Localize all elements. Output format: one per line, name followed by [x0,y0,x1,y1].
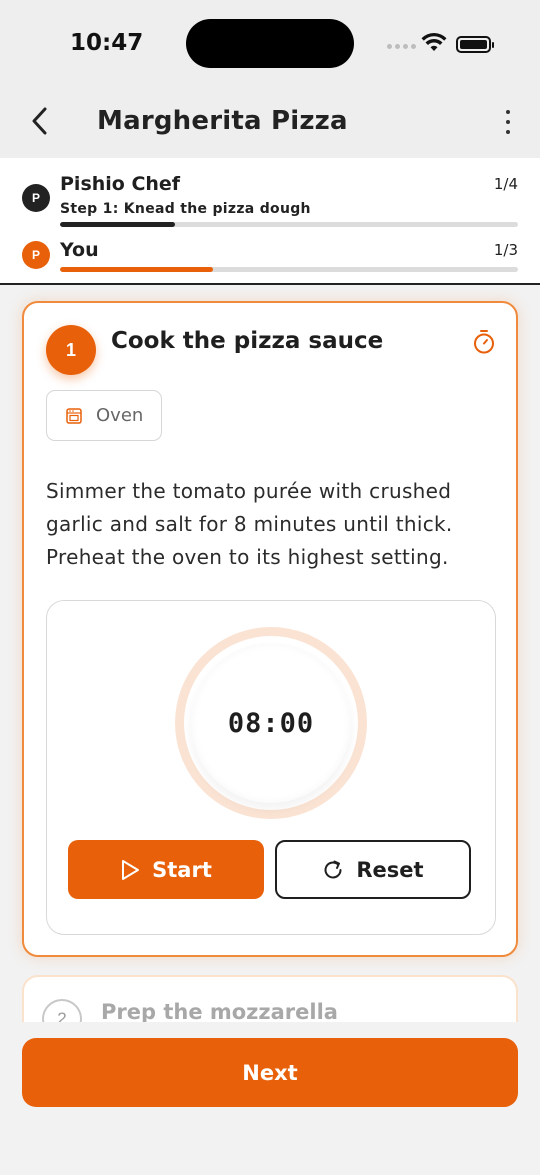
play-icon [122,859,140,880]
step-number-badge: 1 [46,325,96,375]
user-progress-fill [60,267,213,272]
next-button[interactable]: Next [22,1038,518,1107]
equipment-chip-oven: Oven [46,390,162,441]
chef-progress-bar [60,222,518,227]
step-title: Cook the pizza sauce [111,328,384,354]
page-title: Margherita Pizza [97,106,348,136]
user-progress-bar [60,267,518,272]
timer-ring: 08:00 [175,627,367,819]
equipment-label: Oven [96,405,144,426]
chef-step-count: 1/4 [493,175,518,193]
user-name: You [60,239,99,261]
dynamic-island [186,19,354,68]
chef-name: Pishio Chef [60,173,181,195]
more-vertical-icon [506,110,510,114]
back-button[interactable] [22,104,56,138]
status-time: 10:47 [70,30,144,56]
chef-progress-fill [60,222,175,227]
reset-label: Reset [356,857,424,882]
bottom-bar: Next [0,1022,540,1175]
chevron-left-icon [32,107,47,135]
stopwatch-icon [474,330,494,354]
start-label: Start [152,857,212,882]
timer-panel: 08:00 Start Reset [46,600,496,935]
app-header: Margherita Pizza [0,88,540,158]
reset-icon [324,860,342,878]
step-description: Simmer the tomato purée with crushed gar… [46,479,453,569]
chef-current-step: Step 1: Knead the pizza dough [60,201,311,217]
user-step-count: 1/3 [493,241,518,259]
oven-icon [66,407,82,424]
cook-along-progress: P Pishio Chef 1/4 Step 1: Knead the pizz… [0,158,540,285]
user-avatar: P [22,241,50,269]
upcoming-step-title: Prep the mozzarella [101,1000,338,1024]
battery-icon [456,36,494,53]
status-bar: 10:47 [0,0,540,88]
more-options-button[interactable] [497,108,519,136]
wifi-icon [421,33,447,51]
start-timer-button[interactable]: Start [68,840,264,899]
reset-timer-button[interactable]: Reset [275,840,471,899]
cellular-signal-icon [387,44,416,49]
timer-display: 08:00 [227,707,315,739]
chef-avatar: P [22,184,50,212]
current-step-card: 1 Cook the pizza sauce Oven Simmer the t… [22,301,518,957]
